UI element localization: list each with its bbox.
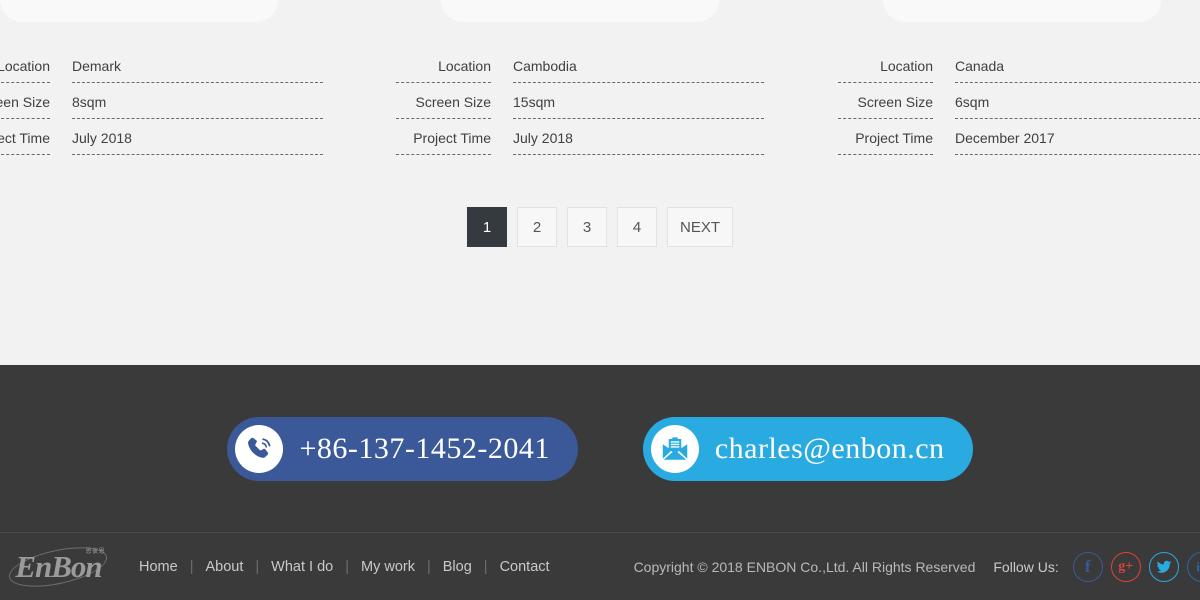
spec-gap — [933, 82, 955, 118]
spec-value: December 2017 — [955, 118, 1200, 155]
contact-band: +86-137-1452-2041 charles@enbon.cn — [0, 365, 1200, 532]
spec-value: July 2018 — [72, 118, 323, 155]
follow-us-label: Follow Us: — [993, 558, 1059, 575]
spec-table: Location Demark Screen Size 8sqm Project… — [0, 46, 323, 155]
spec-label: Location — [0, 46, 50, 83]
spec-value: Cambodia — [513, 46, 764, 83]
pagination: 1 2 3 4 NEXT — [0, 207, 1200, 247]
google-plus-icon[interactable]: g+ — [1110, 551, 1141, 582]
spec-value: 6sqm — [955, 82, 1200, 119]
pagination-page-2[interactable]: 2 — [516, 207, 557, 247]
envelope-icon — [650, 424, 699, 473]
spec-table: Location Cambodia Screen Size 15sqm Proj… — [396, 46, 764, 155]
pagination-page-3[interactable]: 3 — [566, 207, 607, 247]
phone-number-label: +86-137-1452-2041 — [299, 431, 550, 465]
spec-gap — [50, 118, 72, 154]
twitter-bird-glyph — [1156, 560, 1172, 573]
spec-gap — [491, 46, 513, 82]
project-card[interactable]: Location Demark Screen Size 8sqm Project… — [0, 0, 323, 155]
card-image-bottom — [441, 0, 719, 22]
email-address-label: charles@enbon.cn — [714, 431, 945, 465]
spec-gap — [933, 118, 955, 154]
page-root: Location Demark Screen Size 8sqm Project… — [0, 0, 1200, 600]
spec-label: Project Time — [0, 118, 50, 155]
spec-value: Demark — [72, 46, 323, 83]
footer-nav-home[interactable]: Home — [127, 559, 190, 575]
spec-value: July 2018 — [513, 118, 764, 155]
spec-label: Location — [396, 46, 491, 83]
table-row: Screen Size 8sqm — [0, 82, 323, 119]
spec-value: Canada — [955, 46, 1200, 83]
spec-label: Project Time — [838, 118, 933, 155]
spec-label: Location — [838, 46, 933, 83]
project-card[interactable]: Location Canada Screen Size 6sqm Project… — [838, 0, 1200, 155]
table-row: Project Time July 2018 — [396, 118, 764, 155]
table-row: Location Demark — [0, 46, 323, 83]
pagination-next-button[interactable]: NEXT — [666, 207, 733, 247]
table-row: Location Cambodia — [396, 46, 764, 83]
spec-label: Screen Size — [0, 82, 50, 119]
site-footer: EnBon 恩彼恩 Home | About | What I do | My … — [0, 532, 1200, 600]
social-links: f g+ in — [1072, 551, 1200, 582]
spec-gap — [933, 46, 955, 82]
card-image-bottom — [883, 0, 1161, 22]
spec-gap — [491, 118, 513, 154]
spec-label: Screen Size — [838, 82, 933, 119]
phone-contact-button[interactable]: +86-137-1452-2041 — [227, 416, 578, 481]
project-card[interactable]: Location Cambodia Screen Size 15sqm Proj… — [396, 0, 764, 155]
email-contact-button[interactable]: charles@enbon.cn — [642, 416, 973, 481]
phone-icon — [235, 424, 284, 473]
table-row: Location Canada — [838, 46, 1200, 83]
project-card-list: Location Demark Screen Size 8sqm Project… — [0, 0, 1200, 365]
table-row: Project Time July 2018 — [0, 118, 323, 155]
facebook-icon[interactable]: f — [1072, 551, 1103, 582]
spec-gap — [491, 82, 513, 118]
logo-chinese-text: 恩彼恩 — [85, 548, 105, 555]
footer-nav-about[interactable]: About — [193, 559, 255, 575]
card-image-bottom — [0, 0, 278, 22]
table-row: Screen Size 15sqm — [396, 82, 764, 119]
twitter-icon[interactable] — [1148, 551, 1179, 582]
footer-nav: Home | About | What I do | My work | Blo… — [127, 559, 562, 575]
spec-value: 15sqm — [513, 82, 764, 119]
spec-table: Location Canada Screen Size 6sqm Project… — [838, 46, 1200, 155]
spec-value: 8sqm — [72, 82, 323, 119]
copyright-text: Copyright © 2018 ENBON Co.,Ltd. All Righ… — [633, 558, 976, 575]
pagination-page-4[interactable]: 4 — [616, 207, 657, 247]
footer-nav-my-work[interactable]: My work — [349, 559, 427, 575]
footer-nav-contact[interactable]: Contact — [488, 559, 562, 575]
table-row: Project Time December 2017 — [838, 118, 1200, 155]
enbon-logo[interactable]: EnBon 恩彼恩 — [5, 539, 111, 594]
footer-nav-blog[interactable]: Blog — [431, 559, 484, 575]
pagination-page-1[interactable]: 1 — [466, 207, 507, 247]
spec-label: Screen Size — [396, 82, 491, 119]
footer-nav-what-i-do[interactable]: What I do — [259, 559, 345, 575]
spec-label: Project Time — [396, 118, 491, 155]
logo-wordmark: EnBon — [15, 549, 102, 584]
linkedin-icon[interactable]: in — [1186, 551, 1200, 582]
spec-gap — [50, 46, 72, 82]
spec-gap — [50, 82, 72, 118]
table-row: Screen Size 6sqm — [838, 82, 1200, 119]
